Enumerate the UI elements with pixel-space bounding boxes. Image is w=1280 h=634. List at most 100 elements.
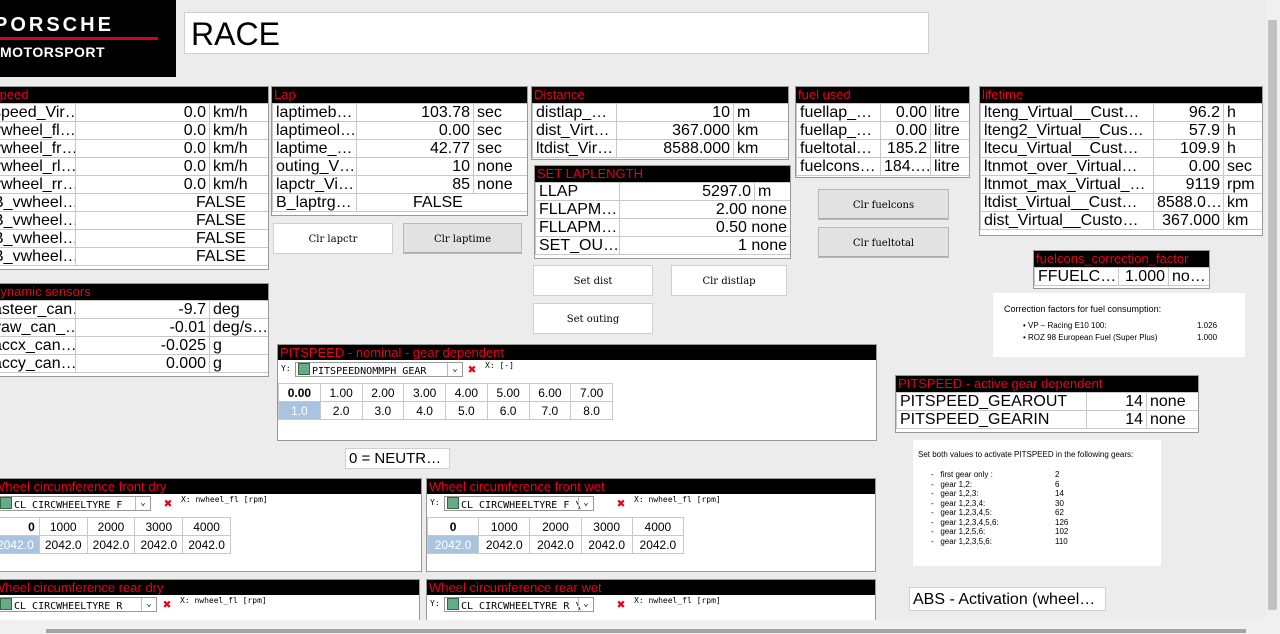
channel-value[interactable]: 5297.0 [619,182,755,201]
clr-fueltotal-button[interactable]: Clr fueltotal [818,227,949,258]
channel-value[interactable]: 0.00 [1153,157,1224,176]
channel-value[interactable]: 0.0 [75,139,210,158]
horizontal-scrollbar[interactable] [0,620,1266,634]
channel-value[interactable]: 367.000 [1153,211,1224,230]
clr-distlap-button[interactable]: Clr distlap [671,265,787,296]
channel-value[interactable]: FALSE [75,229,268,248]
channel-name: lapctr_Vi… [272,175,357,194]
delete-icon[interactable]: ✖ [468,363,476,377]
channel-value[interactable]: 8588.000 [616,139,734,158]
channel-value[interactable]: 0.0 [75,157,210,176]
channel-value[interactable]: 0.0 [75,103,210,122]
chevron-down-icon[interactable]: ⌄ [447,363,462,376]
y-cell[interactable]: 5.0 [445,401,488,420]
channel-value[interactable]: FALSE [75,193,268,212]
channel-name: accy_can… [0,354,76,373]
x-cell: 4000 [631,517,685,536]
delete-icon[interactable]: ✖ [617,598,625,612]
delete-icon[interactable]: ✖ [617,497,625,511]
channel-value[interactable]: 14 [1086,410,1147,429]
map-selector[interactable]: CL_CIRCWHEELTYRE_F_\ ⌄ [444,496,594,511]
y-cell[interactable]: 2042.0 [580,535,633,554]
channel-value[interactable]: 184.… [880,157,931,176]
channel-value[interactable]: 1.000 [1118,267,1169,286]
y-cell[interactable]: 3.0 [361,401,405,420]
channel-value-with-unit[interactable]: 0.50 none [619,218,790,237]
y-cell[interactable]: 8.0 [570,401,613,420]
table-row: fuellap_… 0.00 litre [796,121,969,140]
chevron-down-icon[interactable]: ⌄ [578,497,593,510]
channel-value[interactable]: -9.7 [75,300,210,319]
channel-value[interactable]: 0.00 [880,121,931,140]
channel-value[interactable]: 0.00 [356,121,474,140]
y-cell[interactable]: 2042.0 [427,535,480,554]
chevron-down-icon[interactable]: ⌄ [141,598,156,611]
channel-name: SET_OU… [535,236,620,255]
y-cell[interactable]: 1.0 [278,401,321,420]
note-item-value: 30 [1055,498,1064,508]
delete-icon[interactable]: ✖ [164,497,172,511]
vertical-scrollbar[interactable] [1266,0,1280,634]
channel-value[interactable]: FALSE [75,247,268,266]
chevron-down-icon[interactable]: ⌄ [135,497,150,510]
channel-value[interactable]: FALSE [75,211,268,230]
scrollbar-thumb[interactable] [1268,20,1277,610]
channel-value[interactable]: 96.2 [1153,103,1224,122]
delete-icon[interactable]: ✖ [163,598,171,612]
channel-value[interactable]: 0.00 [880,103,931,122]
map-selector[interactable]: CL_CIRCWHEELTYRE_R ⌄ [0,597,157,612]
map-selector[interactable]: CL_CIRCWHEELTYRE_R_\ ⌄ [444,597,594,612]
channel-value[interactable]: 10 [356,157,474,176]
channel-value[interactable]: 8588.0… [1153,193,1224,212]
channel-value[interactable]: 0.50 [716,220,747,236]
x-cell: 3000 [134,517,184,536]
channel-value[interactable]: 0.0 [75,175,210,194]
y-cell[interactable]: 4.0 [403,401,446,420]
table-row: asteer_can…-9.7deg [0,300,268,319]
channel-value[interactable]: 185.2 [880,139,931,158]
set-dist-button[interactable]: Set dist [533,265,653,296]
scrollbar-thumb[interactable] [46,629,1246,633]
channel-value[interactable]: 1 [738,238,747,254]
channel-value[interactable]: FALSE [356,193,527,212]
y-cell[interactable]: 2042.0 [134,535,184,554]
set-outing-button[interactable]: Set outing [533,303,653,334]
channel-value[interactable]: 0.000 [75,354,210,373]
y-cell[interactable]: 2042.0 [86,535,136,554]
clr-fuelcons-button[interactable]: Clr fuelcons [818,189,949,220]
channel-value[interactable]: 10 [616,103,734,122]
channel-value[interactable]: 109.9 [1153,139,1224,158]
clr-laptime-button[interactable]: Clr laptime [403,223,522,254]
channel-value[interactable]: 2.00 [716,202,747,218]
y-cell[interactable]: 2042.0 [38,535,88,554]
y-cell[interactable]: 2042.0 [182,535,231,554]
y-cell[interactable]: 2.0 [319,401,363,420]
channel-value[interactable]: 367.000 [616,121,734,140]
y-cell[interactable]: 2042.0 [631,535,685,554]
channel-value[interactable]: 57.9 [1153,121,1224,140]
channel-value[interactable]: 14 [1086,392,1147,411]
note-item-value: 1.026 [1197,321,1218,330]
y-cell[interactable]: 2042.0 [0,535,40,554]
channel-value-with-unit[interactable]: 1 none [619,236,790,255]
channel-value[interactable]: 0.0 [75,121,210,140]
channel-value[interactable]: 85 [356,175,474,194]
clr-lapctr-button[interactable]: Clr lapctr [273,223,393,254]
channel-value-with-unit[interactable]: 2.00 none [619,200,790,219]
y-cell[interactable]: 7.0 [528,401,572,420]
map-selector[interactable]: CL_CIRCWHEELTYRE_F ⌄ [0,496,151,511]
table-row: dist_Virt… 367.000 km [532,121,788,140]
channel-value[interactable]: -0.025 [75,336,210,355]
channel-value[interactable]: -0.01 [75,318,210,337]
y-cell[interactable]: 2042.0 [478,535,531,554]
map-selector[interactable]: PITSPEEDNOMMPH_GEAR ⌄ [295,362,463,377]
channel-value[interactable]: 103.78 [356,103,474,122]
channel-value[interactable]: 42.77 [356,139,474,158]
file-icon [447,497,459,509]
y-cell[interactable]: 6.0 [486,401,530,420]
y-cell[interactable]: 2042.0 [529,535,582,554]
channel-unit: no… [1168,267,1209,286]
chevron-down-icon[interactable]: ⌄ [578,598,593,611]
note-item-label: ROZ 98 European Fuel (Super Plus) [1028,333,1158,342]
channel-value[interactable]: 9119 [1153,175,1224,194]
